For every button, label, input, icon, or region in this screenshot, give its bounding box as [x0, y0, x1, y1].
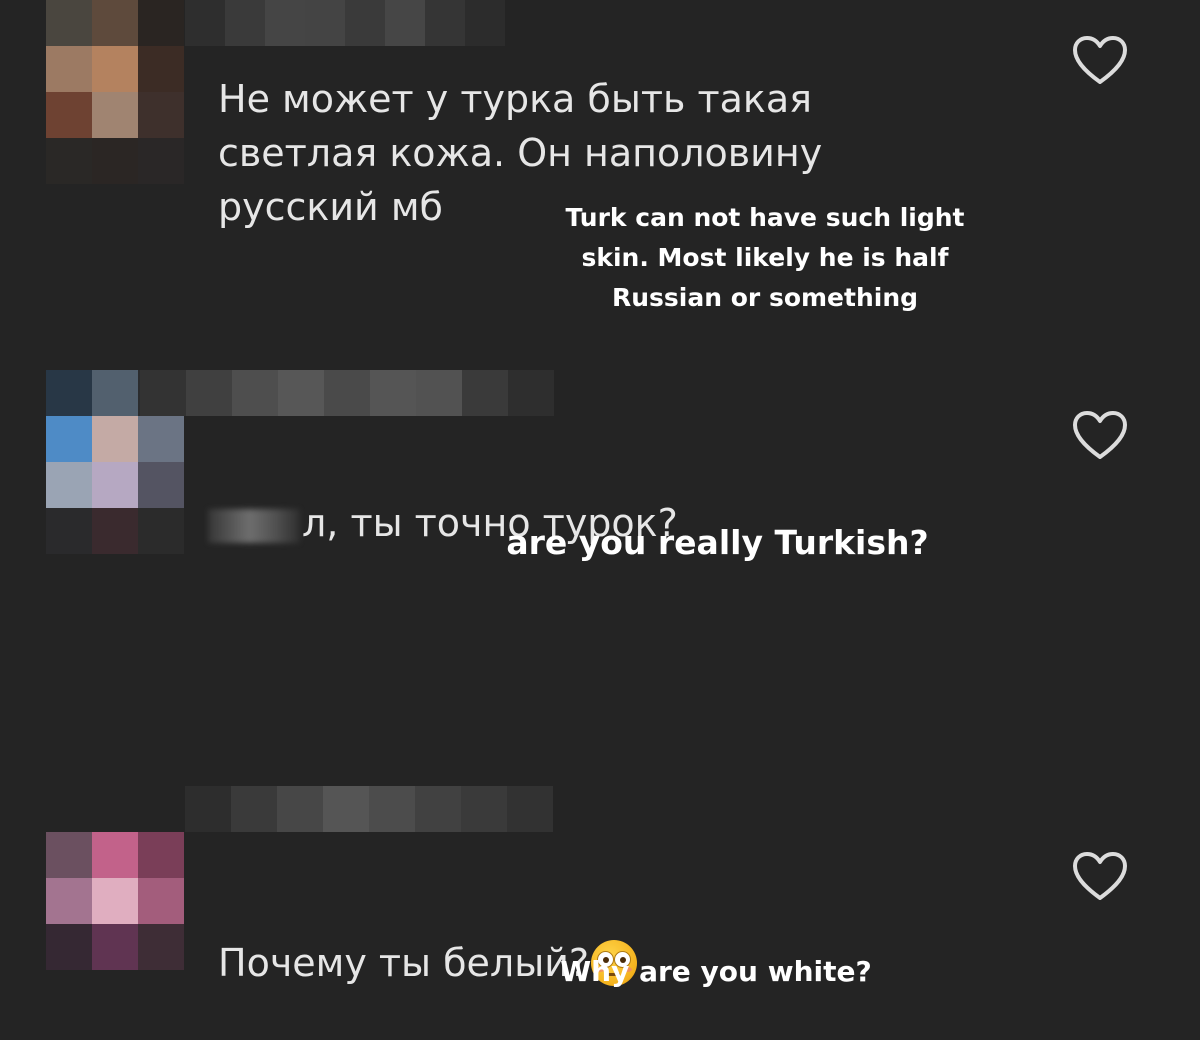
pixel-block	[46, 46, 92, 92]
pixel-block	[92, 832, 138, 878]
pixel-block	[138, 0, 184, 46]
pixel-block	[92, 416, 138, 462]
pixel-block	[265, 0, 305, 46]
pixel-block	[46, 462, 92, 508]
pixel-block	[462, 370, 508, 416]
pixel-block	[465, 0, 505, 46]
blurred-mention	[208, 508, 300, 543]
pixel-block	[92, 508, 138, 554]
pixel-block	[385, 0, 425, 46]
pixel-block	[323, 786, 369, 832]
pixel-block	[46, 416, 92, 462]
pixel-block	[92, 924, 138, 970]
mention-suffix: л	[302, 501, 327, 545]
pixel-block	[461, 786, 507, 832]
pixel-block	[92, 370, 138, 416]
pixel-block	[138, 462, 184, 508]
heart-icon[interactable]	[1072, 852, 1128, 902]
heart-icon[interactable]	[1072, 411, 1128, 461]
translation-text: Why are you white?	[560, 955, 872, 988]
avatar[interactable]	[46, 832, 185, 971]
translation-text: are you really Turkish?	[506, 523, 929, 562]
pixel-block	[46, 0, 92, 46]
pixel-block	[138, 138, 184, 184]
pixel-block	[138, 924, 184, 970]
pixel-block	[46, 924, 92, 970]
pixel-block	[92, 878, 138, 924]
pixel-block	[278, 370, 324, 416]
pixel-block	[369, 786, 415, 832]
translation-text: Turk can not have such light skin. Most …	[565, 203, 965, 312]
pixel-block	[416, 370, 462, 416]
heart-icon[interactable]	[1072, 36, 1128, 86]
pixel-block	[508, 370, 554, 416]
username[interactable]	[185, 0, 505, 46]
pixel-block	[425, 0, 465, 46]
pixel-block	[138, 878, 184, 924]
pixel-block	[185, 0, 225, 46]
pixel-block	[46, 878, 92, 924]
pixel-block	[92, 462, 138, 508]
pixel-block	[305, 0, 345, 46]
username[interactable]	[140, 370, 695, 440]
comment-text-body: Почему ты белый?	[218, 941, 590, 985]
pixel-block	[225, 0, 265, 46]
pixel-block	[46, 138, 92, 184]
pixel-block	[138, 46, 184, 92]
pixel-block	[92, 138, 138, 184]
pixel-block	[138, 832, 184, 878]
pixel-block	[138, 92, 184, 138]
pixel-block	[46, 832, 92, 878]
username[interactable]	[185, 786, 600, 878]
pixel-block	[138, 508, 184, 554]
pixel-block	[231, 786, 277, 832]
pixel-block	[46, 92, 92, 138]
pixel-block	[277, 786, 323, 832]
pixel-block	[46, 370, 92, 416]
pixel-block	[324, 370, 370, 416]
pixel-block	[140, 370, 186, 416]
pixel-block	[92, 92, 138, 138]
pixel-block	[186, 370, 232, 416]
pixel-block	[415, 786, 461, 832]
pixel-block	[92, 46, 138, 92]
pixel-block	[507, 786, 553, 832]
pixel-block	[46, 508, 92, 554]
avatar[interactable]	[46, 0, 185, 184]
pixel-block	[232, 370, 278, 416]
pixel-block	[370, 370, 416, 416]
pixel-block	[345, 0, 385, 46]
pixel-block	[185, 786, 231, 832]
pixel-block	[92, 0, 138, 46]
